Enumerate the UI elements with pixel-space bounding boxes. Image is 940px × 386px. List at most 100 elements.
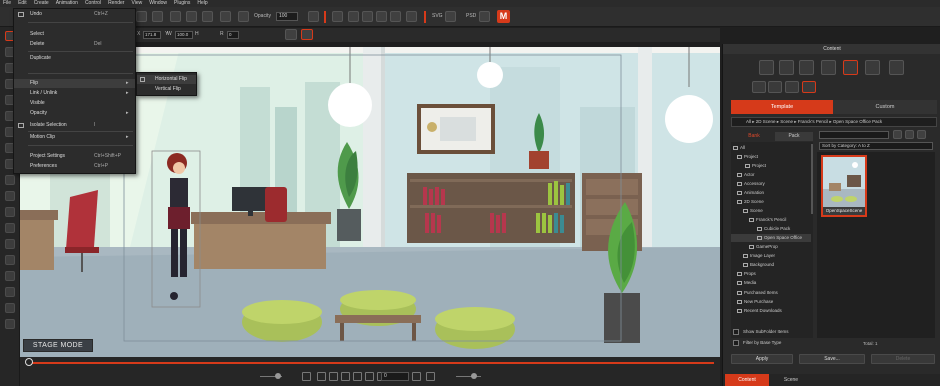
home-icon[interactable] — [390, 11, 401, 22]
tree-node-actor[interactable]: Actor — [737, 171, 755, 179]
menu-item-visible[interactable]: Visible — [14, 99, 135, 108]
menu-item-vertical-flip[interactable]: Vertical Flip — [137, 85, 196, 94]
play-icon[interactable] — [329, 372, 338, 381]
tree-node-image-layer[interactable]: Image Layer — [743, 252, 775, 260]
house-icon[interactable] — [5, 239, 15, 249]
menu-item-flip[interactable]: Flip ▸ — [14, 79, 135, 88]
accessory-category-icon[interactable] — [799, 60, 814, 75]
tab-custom[interactable]: Custom — [833, 100, 937, 114]
menu-item-project-settings[interactable]: Project Settings Ctrl+Shift+P — [14, 152, 135, 161]
zoom-icon[interactable] — [406, 11, 417, 22]
tab-bank[interactable]: Bank — [735, 132, 773, 141]
menu-create[interactable]: Create — [34, 0, 49, 7]
tree-node-media[interactable]: Media — [737, 279, 756, 287]
search-input[interactable] — [819, 131, 889, 139]
tree-scrollbar[interactable] — [811, 144, 813, 214]
tree-node-new-purchase[interactable]: New Purchase — [737, 298, 773, 306]
rotate-tool-icon[interactable] — [376, 11, 387, 22]
actor-category-icon[interactable] — [779, 60, 794, 75]
move-icon[interactable] — [202, 11, 213, 22]
marketplace-button[interactable]: M — [497, 10, 510, 23]
menu-plugins[interactable]: Plugins — [174, 0, 190, 7]
delete-button[interactable]: Delete — [871, 354, 935, 364]
effects-category-icon[interactable] — [889, 60, 904, 75]
filter-base-type-checkbox[interactable] — [733, 340, 739, 346]
scene-category-icon[interactable] — [843, 60, 858, 75]
menu-item-horizontal-flip[interactable]: Horizontal Flip — [137, 75, 196, 84]
stage-mode-label[interactable]: STAGE MODE — [23, 339, 93, 352]
next-frame-icon[interactable] — [365, 372, 374, 381]
menu-item-link-unlink[interactable]: Link / Unlink ▸ — [14, 89, 135, 98]
align-icon[interactable] — [308, 11, 319, 22]
props-category-icon[interactable] — [865, 60, 880, 75]
menu-view[interactable]: View — [131, 0, 142, 7]
x-input[interactable]: 171.8 — [143, 31, 161, 39]
tree-node-recent-downloads[interactable]: Recent Downloads — [737, 307, 782, 315]
tree-node-open-space-office[interactable]: Open Space Office — [731, 234, 811, 242]
new-project-icon[interactable] — [136, 11, 147, 22]
pivot-icon[interactable] — [301, 29, 313, 40]
audio-icon[interactable] — [5, 287, 15, 297]
menu-help[interactable]: Help — [197, 0, 207, 7]
tree-node-gameprop[interactable]: GameProp — [749, 243, 778, 251]
move-tool-icon[interactable] — [362, 11, 373, 22]
tree-node-2d-scene[interactable]: 2D Scene — [737, 198, 764, 206]
frame-number-input[interactable]: 0 — [381, 372, 409, 381]
image-category-icon[interactable] — [752, 81, 766, 93]
first-frame-icon[interactable] — [341, 372, 350, 381]
volume-slider-thumb[interactable] — [471, 373, 477, 379]
menu-window[interactable]: Window — [149, 0, 167, 7]
folder-category-icon[interactable] — [768, 81, 782, 93]
camera-view-icon[interactable] — [426, 372, 435, 381]
menu-item-opacity[interactable]: Opacity ▸ — [14, 109, 135, 118]
scene-subcategory-icon[interactable] — [802, 81, 816, 93]
svg-import-icon[interactable] — [445, 11, 456, 22]
tree-node-animation[interactable]: Animation — [737, 189, 764, 197]
width-input[interactable]: 100.0 — [175, 31, 193, 39]
stop-icon[interactable] — [317, 372, 326, 381]
breadcrumb[interactable]: All ▸ 2D Scene ▸ Scene ▸ Franck's Pencil… — [731, 117, 937, 127]
tree-node-props[interactable]: Props — [737, 270, 756, 278]
project-category-icon[interactable] — [759, 60, 774, 75]
tree-node-project[interactable]: Project — [737, 153, 758, 161]
settings-icon[interactable] — [5, 319, 15, 329]
menu-item-preferences[interactable]: Preferences Ctrl+P — [14, 162, 135, 171]
save-icon[interactable] — [170, 11, 181, 22]
menu-animation[interactable]: Animation — [56, 0, 78, 7]
timeline-playhead[interactable] — [25, 358, 33, 366]
frame-stepper-icon[interactable] — [412, 372, 421, 381]
menu-control[interactable]: Control — [85, 0, 101, 7]
menu-item-undo[interactable]: Undo Ctrl+Z — [14, 10, 135, 19]
menu-item-isolate-selection[interactable]: Isolate Selection I — [14, 121, 135, 130]
tree-node-all[interactable]: All — [733, 144, 745, 152]
menu-item-delete[interactable]: Delete Del — [14, 40, 135, 49]
tree-node-scene[interactable]: Scene — [743, 207, 763, 215]
open-project-icon[interactable] — [152, 11, 163, 22]
select-tool-icon[interactable] — [348, 11, 359, 22]
loop-icon[interactable] — [302, 372, 311, 381]
effect-icon[interactable] — [5, 271, 15, 281]
undo-icon[interactable] — [186, 11, 197, 22]
tab-template[interactable]: Template — [731, 100, 833, 114]
volume-slider-track[interactable] — [456, 376, 481, 377]
eye-icon[interactable] — [238, 11, 249, 22]
camera-icon[interactable] — [332, 11, 343, 22]
rotation-input[interactable]: 0 — [227, 31, 239, 39]
refresh-icon[interactable] — [905, 130, 914, 139]
view-mode-icon[interactable] — [917, 130, 926, 139]
apply-button[interactable]: Apply — [731, 354, 793, 364]
menu-render[interactable]: Render — [108, 0, 124, 7]
anchor-icon[interactable] — [285, 29, 297, 40]
animation-category-icon[interactable] — [821, 60, 836, 75]
tab-pack[interactable]: Pack — [775, 132, 813, 141]
menu-edit[interactable]: Edit — [18, 0, 27, 7]
psd-import-icon[interactable] — [479, 11, 490, 22]
tree-node-accessory[interactable]: Accessory — [737, 180, 765, 188]
sort-dropdown[interactable]: Sort by Category: A to Z — [819, 142, 933, 150]
menu-item-duplicate[interactable]: Duplicate — [14, 54, 135, 63]
tab-scene[interactable]: Scene — [769, 374, 813, 386]
menu-item-motion-clip[interactable]: Motion Clip ▸ — [14, 133, 135, 142]
mask-icon[interactable] — [5, 223, 15, 233]
template-thumbnail[interactable]: OpenSpaceScene — [821, 155, 867, 217]
search-icon[interactable] — [893, 130, 902, 139]
